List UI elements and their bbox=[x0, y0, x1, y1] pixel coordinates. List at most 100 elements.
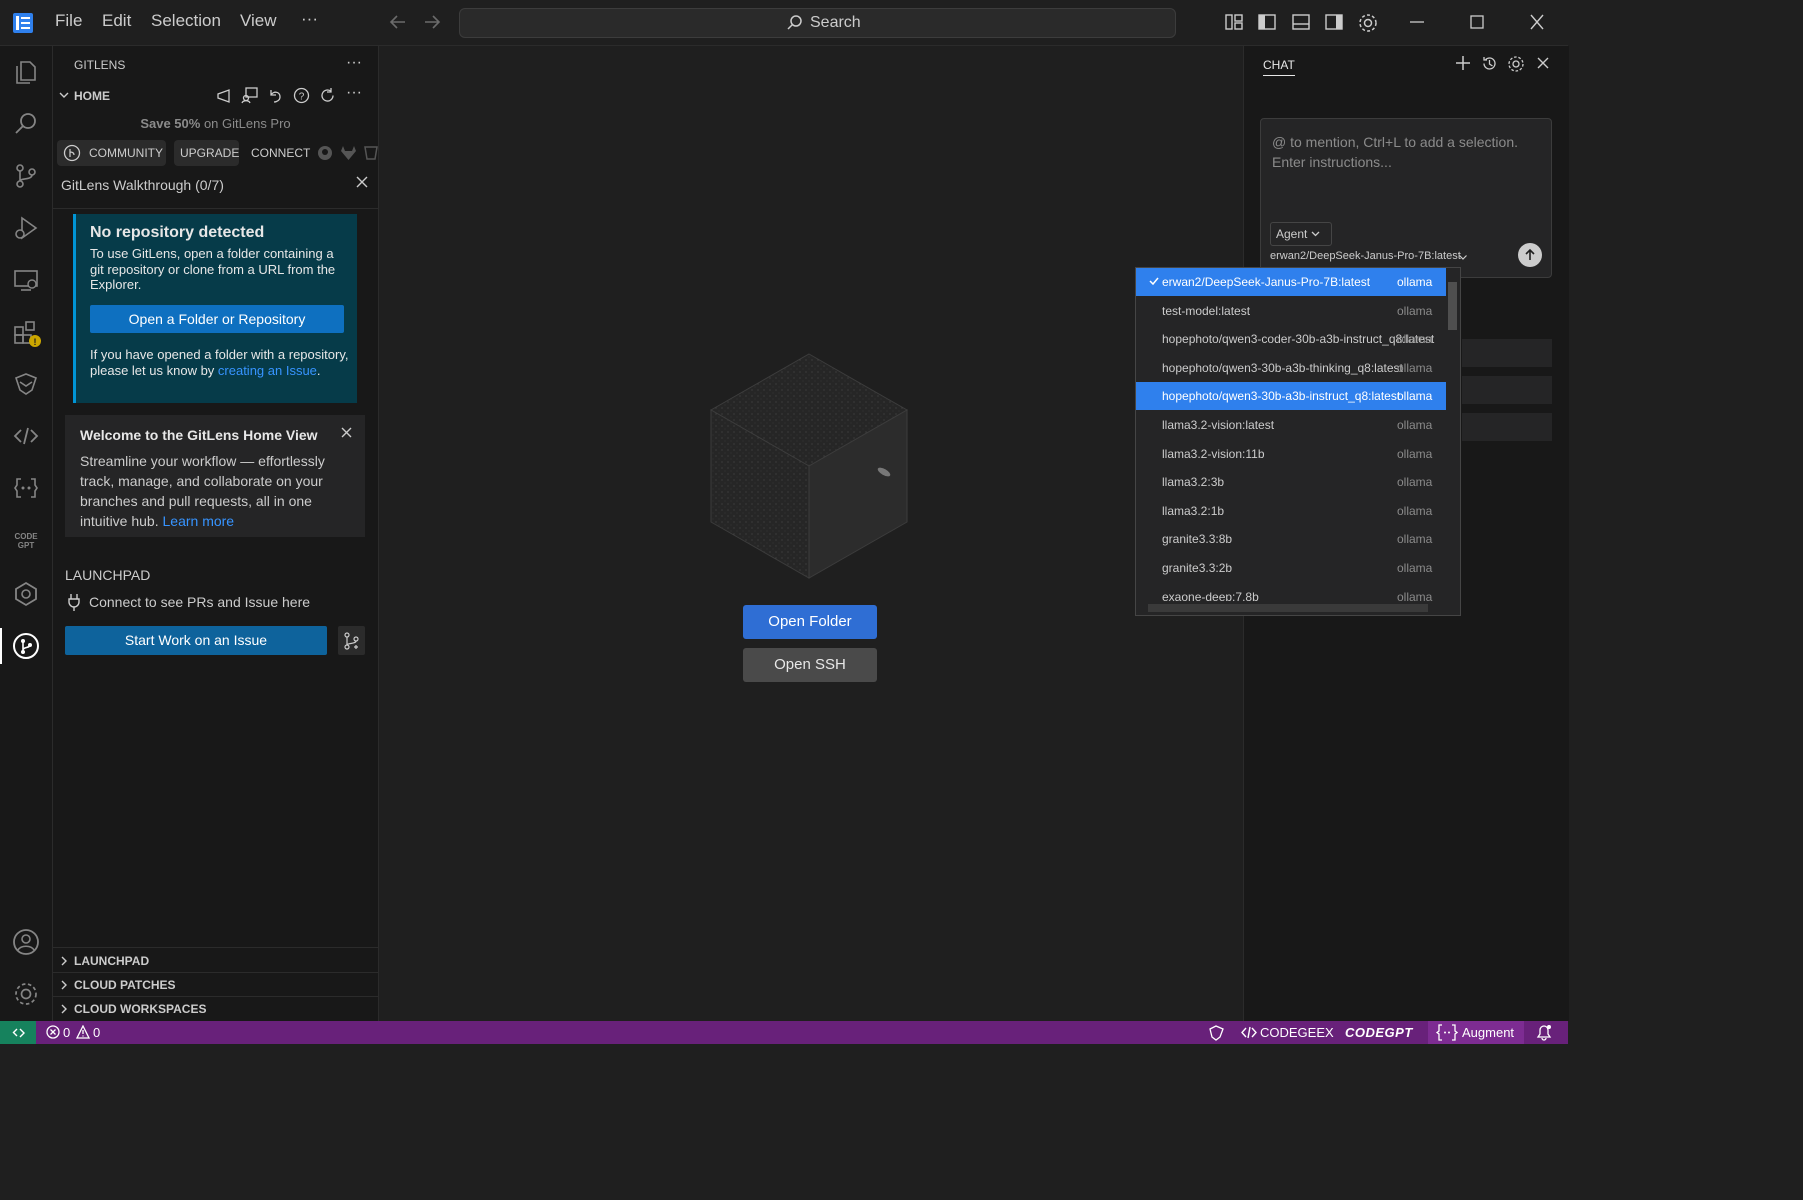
close-walkthrough-icon[interactable] bbox=[355, 175, 369, 189]
forward-arrow-icon[interactable] bbox=[422, 12, 442, 32]
chat-history-icon[interactable] bbox=[1481, 55, 1498, 72]
accounts-icon[interactable] bbox=[12, 928, 40, 956]
customize-layout-icon[interactable] bbox=[1224, 12, 1244, 32]
tab-chat[interactable]: CHAT bbox=[1263, 58, 1295, 76]
menu-selection[interactable]: Selection bbox=[151, 11, 221, 31]
chevron-right-icon[interactable] bbox=[58, 979, 70, 991]
codegeex-icon[interactable] bbox=[12, 370, 40, 398]
help-icon[interactable]: ? bbox=[293, 87, 310, 104]
codegpt-logo-icon[interactable]: CODE GPT bbox=[10, 530, 38, 558]
launchpad-connect-text[interactable]: Connect to see PRs and Issue here bbox=[89, 594, 310, 610]
close-chat-icon[interactable] bbox=[1537, 57, 1549, 69]
promo-banner[interactable]: Save 50% on GitLens Pro bbox=[53, 116, 378, 131]
undo-icon[interactable] bbox=[267, 87, 284, 104]
search-view-icon[interactable] bbox=[12, 110, 40, 138]
model-option[interactable]: hopephoto/qwen3-30b-a3b-thinking_q8:late… bbox=[1136, 354, 1446, 382]
extensions-warning-icon[interactable]: ! bbox=[12, 318, 41, 347]
creating-issue-link[interactable]: creating an Issue bbox=[218, 363, 317, 378]
menu-edit[interactable]: Edit bbox=[102, 11, 131, 31]
model-option[interactable]: hopephoto/qwen3-30b-a3b-instruct_q8:late… bbox=[1136, 382, 1446, 411]
code-tags-icon[interactable] bbox=[12, 422, 40, 450]
back-arrow-icon[interactable] bbox=[388, 12, 408, 32]
remote-indicator[interactable] bbox=[0, 1021, 36, 1044]
run-debug-icon[interactable] bbox=[12, 214, 40, 242]
remote-explorer-icon[interactable] bbox=[12, 266, 40, 294]
code-tags-status-icon[interactable] bbox=[1241, 1026, 1257, 1039]
command-center-search[interactable]: Search bbox=[459, 8, 1176, 38]
vertical-scrollbar[interactable] bbox=[1446, 268, 1460, 601]
open-folder-button[interactable]: Open Folder bbox=[743, 605, 877, 639]
source-control-icon[interactable] bbox=[12, 162, 40, 190]
home-more-actions[interactable]: ··· bbox=[346, 84, 362, 102]
scrollbar-thumb[interactable] bbox=[1448, 282, 1457, 330]
warning-count[interactable]: 0 bbox=[93, 1025, 100, 1040]
new-chat-plus-icon[interactable] bbox=[1455, 55, 1471, 71]
model-option[interactable]: granite3.3:2b ollama bbox=[1136, 554, 1446, 582]
manage-gear-icon[interactable] bbox=[12, 980, 40, 1008]
error-count[interactable]: 0 bbox=[63, 1025, 70, 1040]
settings-gear-icon[interactable] bbox=[1357, 12, 1377, 32]
bitbucket-icon[interactable] bbox=[364, 145, 378, 161]
model-option[interactable]: llama3.2-vision:latest ollama bbox=[1136, 411, 1446, 439]
tab-connect[interactable]: CONNECT bbox=[245, 140, 311, 166]
chevron-right-icon[interactable] bbox=[58, 1003, 70, 1015]
chevron-down-icon[interactable] bbox=[58, 89, 70, 101]
model-select[interactable]: erwan2/DeepSeek-Janus-Pro-7B:latest bbox=[1270, 250, 1461, 262]
horizontal-scrollbar[interactable] bbox=[1136, 601, 1446, 615]
agent-mode-select[interactable]: Agent bbox=[1270, 222, 1333, 246]
refresh-icon[interactable] bbox=[319, 87, 336, 104]
chevron-right-icon[interactable] bbox=[58, 955, 70, 967]
sidebar-more-actions[interactable]: ··· bbox=[346, 54, 362, 72]
gitlens-icon[interactable] bbox=[12, 632, 40, 660]
chat-input-box[interactable]: @ to mention, Ctrl+L to add a selection.… bbox=[1260, 118, 1552, 278]
section-home-header[interactable]: HOME bbox=[74, 89, 110, 103]
section-cloud-workspaces-header[interactable]: CLOUD WORKSPACES bbox=[74, 1002, 206, 1016]
send-button[interactable] bbox=[1518, 243, 1542, 267]
notifications-bell-icon[interactable] bbox=[1536, 1024, 1552, 1041]
model-option[interactable]: erwan2/DeepSeek-Janus-Pro-7B:latest ollam… bbox=[1136, 268, 1446, 296]
close-welcome-icon[interactable] bbox=[340, 426, 353, 439]
gitlab-icon[interactable] bbox=[340, 145, 357, 161]
close-window-icon[interactable] bbox=[1528, 12, 1548, 32]
codegeex-status-icon[interactable] bbox=[1208, 1024, 1225, 1041]
explorer-icon[interactable] bbox=[12, 58, 40, 86]
codegpt-status[interactable]: CODEGPT bbox=[1345, 1025, 1413, 1040]
menu-more[interactable]: ··· bbox=[301, 9, 318, 29]
model-option[interactable]: test-model:latest ollama bbox=[1136, 297, 1446, 325]
scrollbar-thumb[interactable] bbox=[1148, 604, 1428, 612]
toggle-panel-icon[interactable] bbox=[1291, 12, 1311, 32]
augment-brackets-icon[interactable] bbox=[12, 474, 40, 502]
open-ssh-button[interactable]: Open SSH bbox=[743, 648, 877, 682]
learn-more-link[interactable]: Learn more bbox=[163, 513, 235, 529]
model-option[interactable]: granite3.3:8b ollama bbox=[1136, 525, 1446, 553]
tab-upgrade[interactable]: UPGRADE bbox=[174, 140, 239, 166]
error-icon[interactable] bbox=[46, 1025, 60, 1039]
codegeex-status[interactable]: CODEGEEX bbox=[1260, 1025, 1334, 1040]
hexagon-extension-icon[interactable] bbox=[12, 580, 40, 608]
open-folder-or-repo-button[interactable]: Open a Folder or Repository bbox=[90, 305, 344, 333]
model-option[interactable]: llama3.2-vision:11b ollama bbox=[1136, 440, 1446, 468]
minimize-icon[interactable] bbox=[1408, 12, 1428, 32]
augment-status-item[interactable]: Augment bbox=[1428, 1021, 1524, 1044]
model-option[interactable]: hopephoto/qwen3-coder-30b-a3b-instruct_q… bbox=[1136, 325, 1446, 353]
github-icon[interactable] bbox=[317, 145, 333, 161]
section-launchpad-header[interactable]: LAUNCHPAD bbox=[74, 954, 149, 968]
chat-input-placeholder[interactable]: @ to mention, Ctrl+L to add a selection.… bbox=[1272, 132, 1544, 172]
model-option[interactable]: llama3.2:3b ollama bbox=[1136, 468, 1446, 496]
maximize-icon[interactable] bbox=[1468, 12, 1488, 32]
chat-settings-gear-icon[interactable] bbox=[1507, 55, 1525, 73]
start-work-button[interactable]: Start Work on an Issue bbox=[65, 626, 327, 655]
menu-view[interactable]: View bbox=[240, 11, 277, 31]
warning-icon[interactable] bbox=[76, 1025, 90, 1039]
menu-file[interactable]: File bbox=[55, 11, 82, 31]
section-cloud-patches-header[interactable]: CLOUD PATCHES bbox=[74, 978, 176, 992]
toggle-secondary-sidebar-icon[interactable] bbox=[1324, 12, 1344, 32]
chevron-down-icon[interactable] bbox=[1458, 252, 1468, 262]
model-option[interactable]: llama3.2:1b ollama bbox=[1136, 497, 1446, 525]
model-option-provider: ollama bbox=[1397, 360, 1433, 375]
toggle-primary-sidebar-icon[interactable] bbox=[1257, 12, 1277, 32]
megaphone-icon[interactable] bbox=[216, 87, 233, 104]
create-branch-button[interactable] bbox=[338, 626, 365, 655]
account-feedback-icon[interactable] bbox=[241, 87, 258, 104]
walkthrough-link[interactable]: GitLens Walkthrough (0/7) bbox=[61, 177, 224, 193]
